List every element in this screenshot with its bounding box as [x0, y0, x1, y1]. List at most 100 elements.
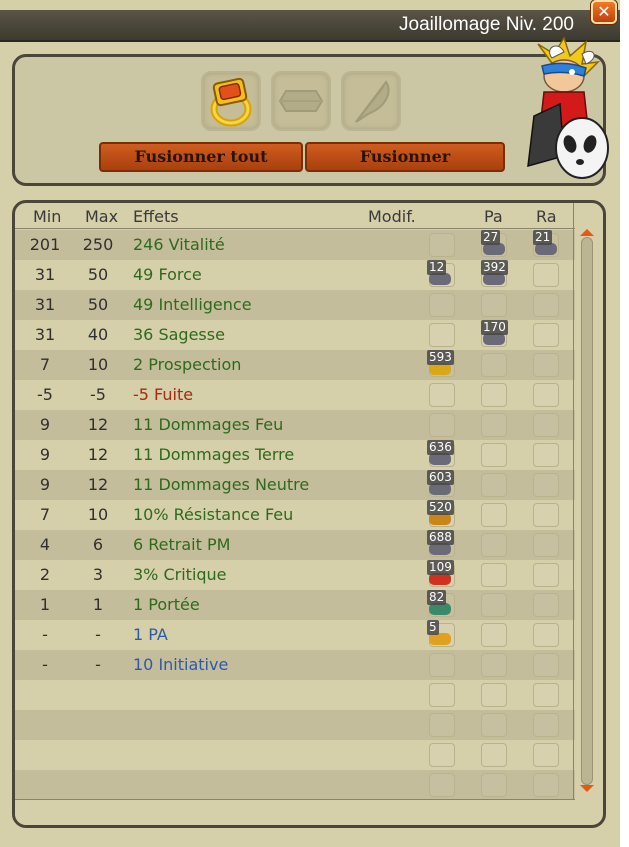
- ra-rune-slot[interactable]: [533, 593, 559, 617]
- mod-rune-slot[interactable]: [429, 233, 455, 257]
- table-header: Min Max Effets Modif. Pa Ra: [15, 203, 575, 229]
- effect-label: 1 PA: [133, 625, 168, 644]
- ra-rune-slot[interactable]: [533, 623, 559, 647]
- effect-label: 49 Force: [133, 265, 202, 284]
- rune-slot[interactable]: [271, 71, 331, 131]
- table-row: [15, 680, 575, 710]
- scrollbar[interactable]: [573, 203, 603, 799]
- max-value: -5: [90, 385, 106, 404]
- scroll-up-arrow-icon[interactable]: [580, 229, 594, 236]
- effect-label: -5 Fuite: [133, 385, 194, 404]
- mod-rune-slot[interactable]: [429, 773, 455, 797]
- ra-rune-slot[interactable]: [533, 503, 559, 527]
- table-row: 9 12 11 Dommages Feu: [15, 410, 575, 440]
- mod-rune-slot[interactable]: [429, 653, 455, 677]
- rune-count: 12: [427, 260, 447, 275]
- mod-rune-slot[interactable]: [429, 413, 455, 437]
- ra-rune-slot[interactable]: [533, 443, 559, 467]
- max-value: 250: [82, 235, 114, 254]
- pa-rune-slot[interactable]: [481, 413, 507, 437]
- mod-rune-slot[interactable]: [429, 743, 455, 767]
- table-row: [15, 740, 575, 770]
- pa-rune-slot[interactable]: [481, 593, 507, 617]
- rune-count: 688: [427, 530, 454, 545]
- scroll-down-arrow-icon[interactable]: [580, 785, 594, 792]
- pa-rune-slot[interactable]: [481, 563, 507, 587]
- table-row: 9 12 11 Dommages Neutre 603: [15, 470, 575, 500]
- close-button[interactable]: ✕: [591, 0, 617, 24]
- merge-button[interactable]: Fusionner: [305, 142, 505, 172]
- effect-label: 3% Critique: [133, 565, 227, 584]
- effect-label: 11 Dommages Feu: [133, 415, 284, 434]
- max-value: 50: [87, 265, 109, 284]
- table-row: 4 6 6 Retrait PM 688: [15, 530, 575, 560]
- rune-count: 593: [427, 350, 454, 365]
- merge-all-button[interactable]: Fusionner tout: [99, 142, 303, 172]
- rune-count: 5: [427, 620, 439, 635]
- pa-rune-slot[interactable]: [481, 743, 507, 767]
- table-footer: [15, 799, 575, 825]
- effect-label: 1 Portée: [133, 595, 200, 614]
- pa-rune-slot[interactable]: [481, 533, 507, 557]
- ra-rune-slot[interactable]: [533, 713, 559, 737]
- gold-ring-icon: [210, 77, 252, 127]
- mod-rune-slot[interactable]: [429, 383, 455, 407]
- effect-label: 10% Résistance Feu: [133, 505, 294, 524]
- ra-rune-slot[interactable]: [533, 383, 559, 407]
- max-value: 12: [87, 415, 109, 434]
- table-row: 31 40 36 Sagesse 170: [15, 320, 575, 350]
- scroll-track[interactable]: [581, 237, 593, 785]
- pa-rune-slot[interactable]: [481, 623, 507, 647]
- ra-rune-slot[interactable]: [533, 683, 559, 707]
- header-ra: Ra: [536, 207, 557, 226]
- pa-rune-slot[interactable]: [481, 353, 507, 377]
- pa-rune-slot[interactable]: [481, 383, 507, 407]
- ra-rune-slot[interactable]: [533, 563, 559, 587]
- max-value: 40: [87, 325, 109, 344]
- ra-rune-slot[interactable]: [533, 473, 559, 497]
- header-effects: Effets: [133, 207, 179, 226]
- min-value: 201: [29, 235, 61, 254]
- ra-rune-slot[interactable]: [533, 743, 559, 767]
- max-value: 3: [92, 565, 104, 584]
- pa-rune-slot[interactable]: [481, 293, 507, 317]
- header-max: Max: [85, 207, 119, 226]
- effect-label: 49 Intelligence: [133, 295, 252, 314]
- ra-rune-slot[interactable]: [533, 293, 559, 317]
- max-value: 12: [87, 445, 109, 464]
- feather-slot-icon: [355, 80, 390, 123]
- pa-rune-slot[interactable]: [481, 713, 507, 737]
- signature-slot[interactable]: [341, 71, 401, 131]
- pa-rune-slot[interactable]: [481, 683, 507, 707]
- max-value: 50: [87, 295, 109, 314]
- header-min: Min: [33, 207, 62, 226]
- ra-rune-slot[interactable]: [533, 263, 559, 287]
- mod-rune-slot[interactable]: [429, 713, 455, 737]
- max-value: 12: [87, 475, 109, 494]
- table-body: 201 250 246 Vitalité 27 21 31 50 49 Force 12 392 3…: [15, 230, 575, 800]
- pa-rune-slot[interactable]: [481, 473, 507, 497]
- pa-rune-slot[interactable]: [481, 653, 507, 677]
- crafting-window: Joaillomage Niv. 200 ✕ Fusionner tout Fu…: [0, 0, 620, 847]
- ra-rune-slot[interactable]: [533, 533, 559, 557]
- ra-rune-slot[interactable]: [533, 653, 559, 677]
- pa-rune-slot[interactable]: [481, 503, 507, 527]
- max-value: 6: [92, 535, 104, 554]
- max-value: 1: [92, 595, 104, 614]
- min-value: 1: [39, 595, 51, 614]
- ra-rune-slot[interactable]: [533, 413, 559, 437]
- pa-rune-slot[interactable]: [481, 443, 507, 467]
- max-value: 10: [87, 505, 109, 524]
- pa-rune-slot[interactable]: [481, 773, 507, 797]
- header-modif: Modif.: [368, 207, 416, 226]
- ra-rune-slot[interactable]: [533, 773, 559, 797]
- mod-rune-slot[interactable]: [429, 323, 455, 347]
- rune-count: 82: [427, 590, 447, 605]
- mod-rune-slot[interactable]: [429, 293, 455, 317]
- effect-label: 36 Sagesse: [133, 325, 225, 344]
- mod-rune-slot[interactable]: [429, 683, 455, 707]
- min-value: 31: [34, 295, 56, 314]
- ra-rune-slot[interactable]: [533, 353, 559, 377]
- ra-rune-slot[interactable]: [533, 323, 559, 347]
- item-slot[interactable]: [201, 71, 261, 131]
